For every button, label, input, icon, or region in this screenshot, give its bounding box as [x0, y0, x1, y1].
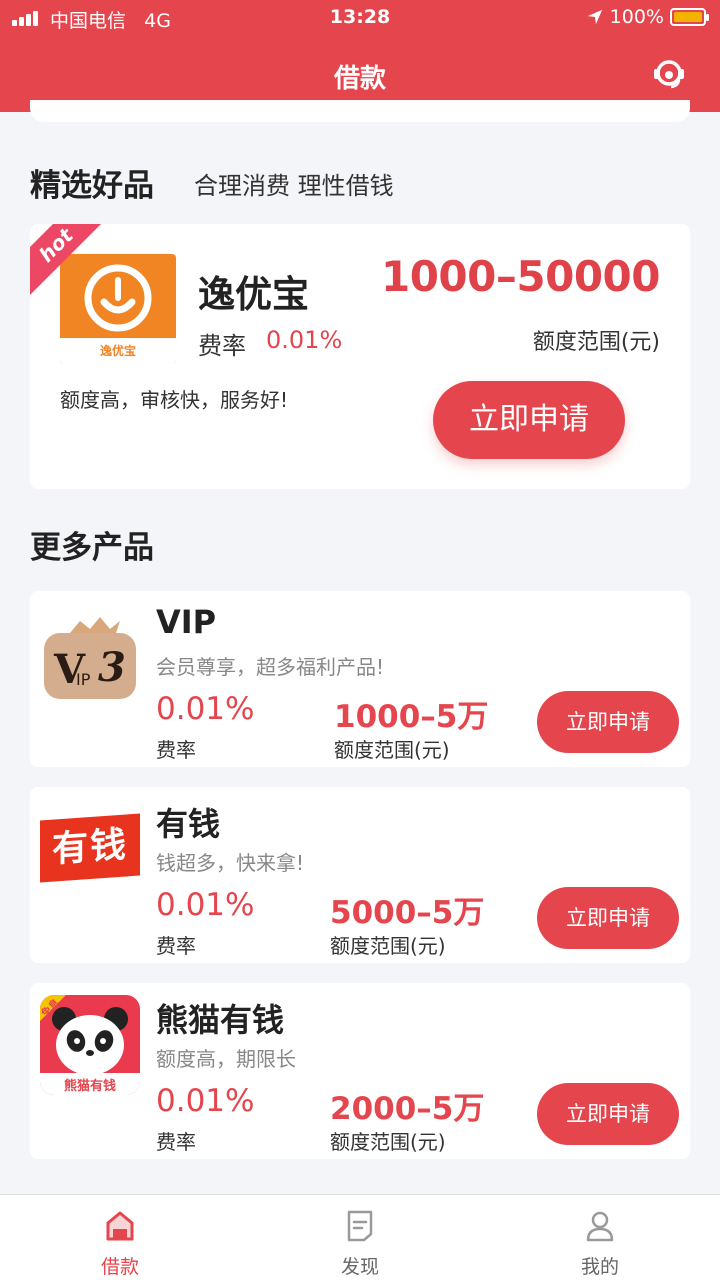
smile-icon: [84, 264, 152, 332]
product-amount-label: 额度范围(元): [330, 934, 446, 958]
product-name: VIP: [156, 603, 217, 641]
customer-service-icon[interactable]: [652, 56, 686, 90]
panda-logo: 免息 熊猫有钱: [40, 995, 140, 1095]
youqian-logo: 有钱: [40, 813, 140, 883]
product-rate: 0.01%: [156, 887, 255, 923]
apply-button[interactable]: 立即申请: [537, 887, 679, 949]
product-amount-range: 5000–5万: [330, 895, 485, 931]
featured-section-subtitle: 合理消费 理性借钱: [194, 172, 394, 200]
product-rate-label: 费率: [156, 1130, 196, 1154]
featured-amount-range: 1000–50000: [380, 252, 661, 301]
tab-label: 发现: [340, 1256, 379, 1278]
app-header: 中国电信 4G 13:28 100% 借款: [0, 0, 720, 112]
product-amount-label: 额度范围(元): [334, 738, 450, 762]
product-card-youqian[interactable]: 有钱 有钱 钱超多，快来拿! 0.01% 费率 5000–5万 额度范围(元) …: [30, 787, 690, 963]
svg-text:IP: IP: [76, 670, 91, 689]
product-name: 熊猫有钱: [156, 1001, 285, 1039]
product-amount-label: 额度范围(元): [330, 1130, 446, 1154]
tab-discover[interactable]: 发现: [240, 1195, 480, 1280]
product-description: 会员尊享，超多福利产品!: [156, 655, 385, 679]
user-icon: [586, 1211, 614, 1242]
more-products-title: 更多产品: [30, 530, 154, 566]
featured-amount-label: 额度范围(元): [532, 330, 660, 355]
tab-label: 借款: [100, 1256, 139, 1278]
featured-rate-value: 0.01%: [266, 326, 343, 354]
bottom-tab-bar: 借款 发现 我的: [0, 1194, 720, 1280]
banner-edge: [30, 100, 690, 122]
apply-button[interactable]: 立即申请: [537, 691, 679, 753]
featured-description: 额度高，审核快，服务好!: [60, 388, 289, 412]
tab-label: 我的: [580, 1256, 619, 1278]
product-name: 有钱: [156, 805, 221, 843]
product-rate: 0.01%: [156, 691, 255, 727]
panda-logo-text: 熊猫有钱: [63, 1079, 116, 1094]
product-rate-label: 费率: [156, 934, 196, 958]
product-card-vip[interactable]: V IP 3 VIP 会员尊享，超多福利产品! 0.01% 费率 1000–5万…: [30, 591, 690, 767]
yiyoubao-logo: 逸优宝: [60, 254, 176, 364]
featured-section-title: 精选好品: [30, 168, 154, 204]
product-rate-label: 费率: [156, 738, 196, 762]
product-rate: 0.01%: [156, 1083, 255, 1119]
status-right: 100%: [586, 6, 709, 28]
product-amount-range: 2000–5万: [330, 1091, 485, 1127]
product-description: 钱超多，快来拿!: [156, 851, 305, 875]
svg-text:3: 3: [98, 644, 126, 691]
location-arrow-icon: [587, 9, 602, 25]
product-amount-range: 1000–5万: [334, 699, 489, 735]
product-description: 额度高，期限长: [156, 1047, 296, 1071]
logo-caption: 逸优宝: [60, 338, 176, 364]
vip3-crown-logo: V IP 3: [40, 603, 140, 703]
status-bar: 中国电信 4G 13:28 100%: [0, 0, 720, 38]
battery-percent: 100%: [609, 6, 664, 28]
page-title: 借款: [333, 64, 386, 94]
apply-button[interactable]: 立即申请: [537, 1083, 679, 1145]
tab-mine[interactable]: 我的: [480, 1195, 720, 1280]
battery-icon: [670, 8, 709, 26]
featured-rate-label: 费率: [198, 332, 246, 360]
product-card-panda[interactable]: 免息 熊猫有钱 熊猫有钱 额度高，期限长 0.01% 费率 2000–5万 额度…: [30, 983, 690, 1159]
featured-product-card[interactable]: 逸优宝 hot 逸优宝 费率 0.01% 1000–50000 额度范围(元) …: [30, 224, 690, 489]
featured-apply-button[interactable]: 立即申请: [433, 381, 625, 459]
tab-loan[interactable]: 借款: [0, 1195, 240, 1280]
home-icon: [106, 1211, 134, 1241]
document-icon: [347, 1210, 373, 1242]
featured-product-name: 逸优宝: [198, 273, 309, 316]
